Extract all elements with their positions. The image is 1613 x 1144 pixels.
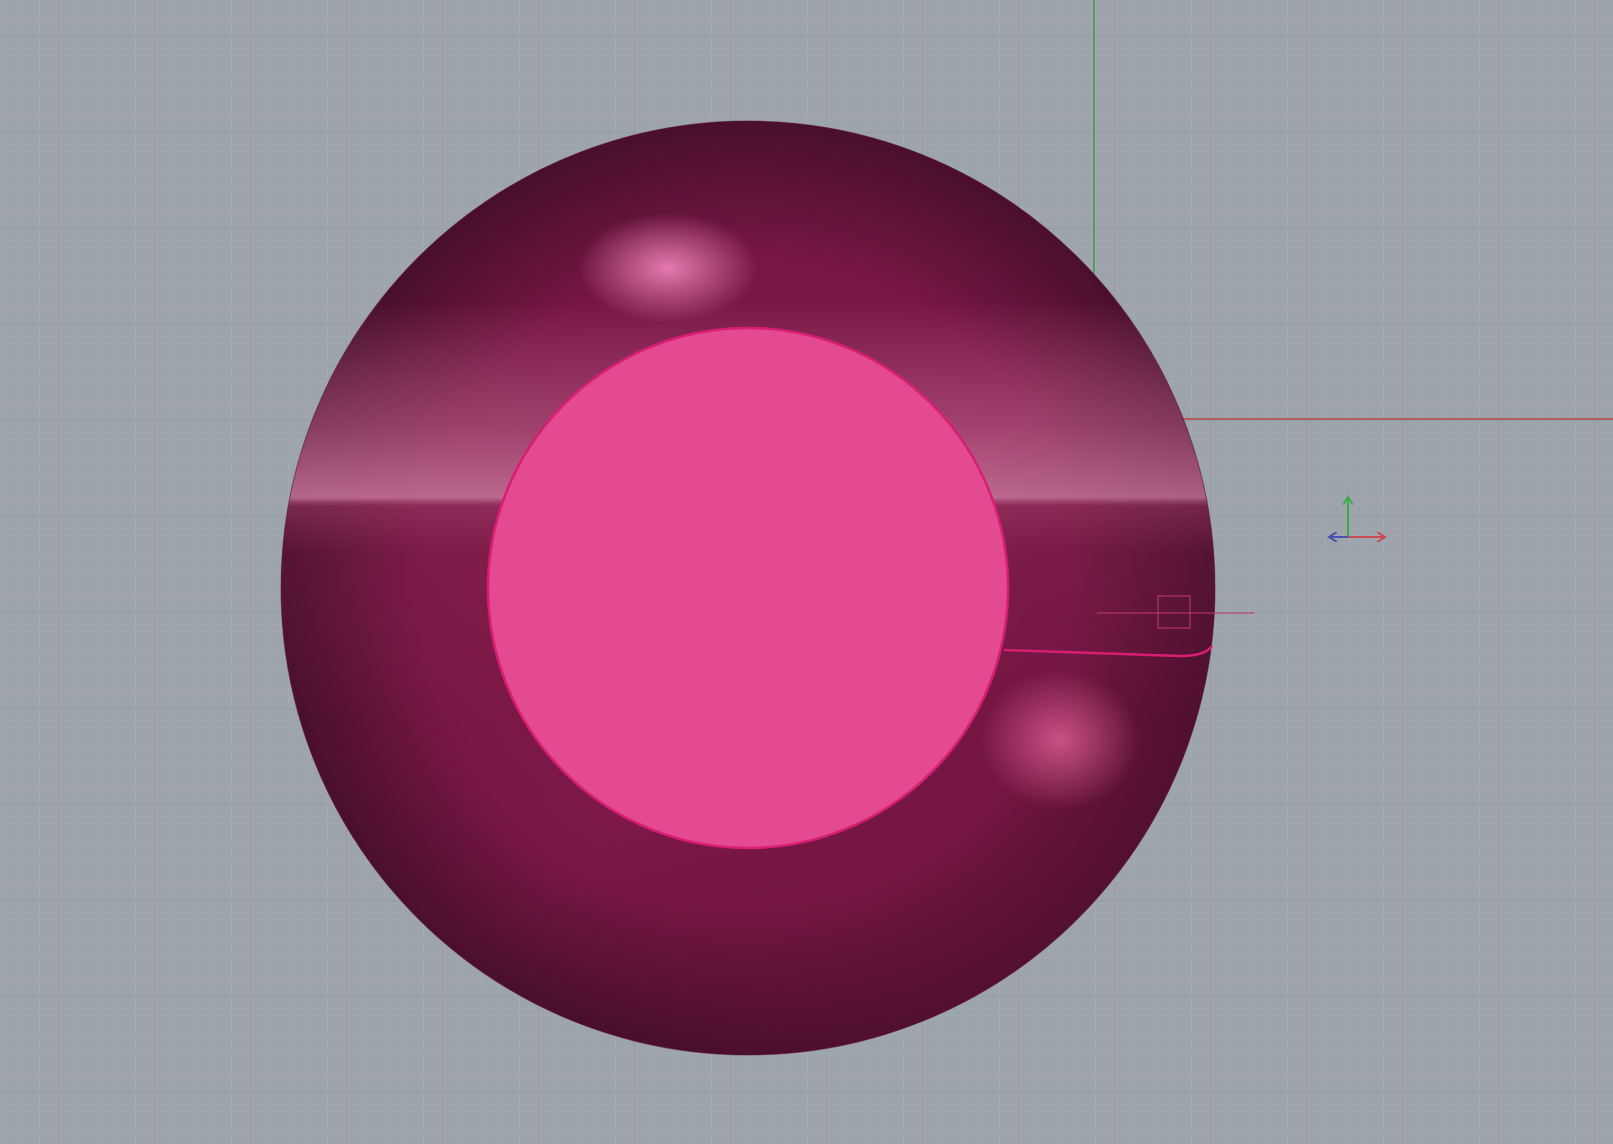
3d-viewport[interactable] xyxy=(0,0,1613,1144)
specular-highlight-bottom xyxy=(980,670,1140,810)
specular-highlight-top xyxy=(578,213,758,323)
viewport-canvas[interactable] xyxy=(0,0,1613,1144)
inner-disc-face[interactable] xyxy=(486,326,1010,850)
